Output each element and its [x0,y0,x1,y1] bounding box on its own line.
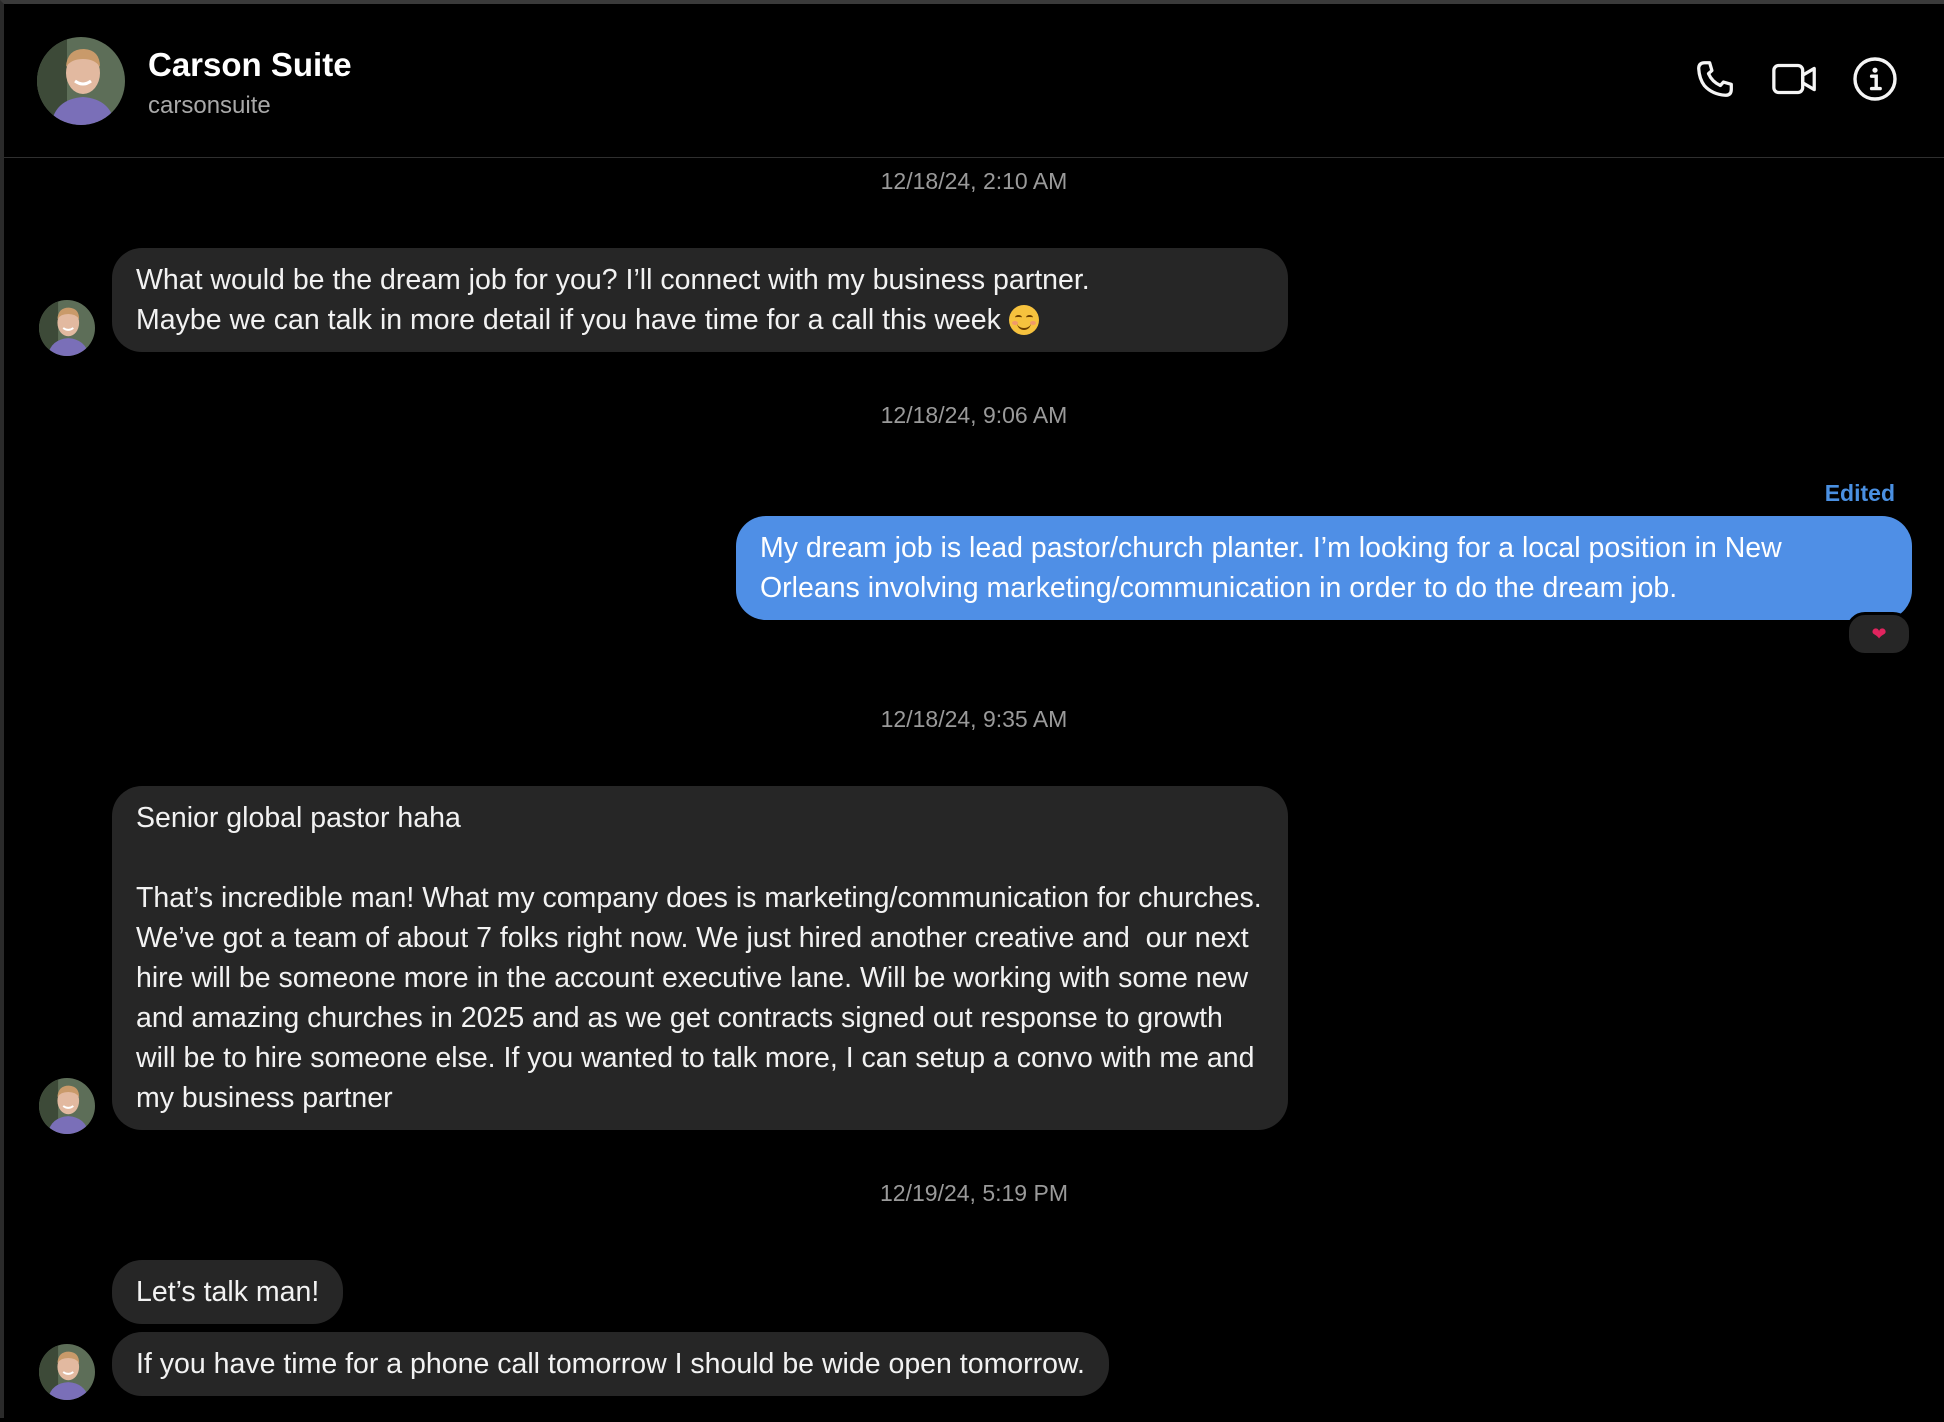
incoming-message-bubble[interactable]: Let’s talk man! [112,1260,344,1324]
message-text: My dream job is lead pastor/church plant… [760,532,1790,604]
message-text: Let’s talk man! [136,1276,320,1308]
person-avatar-icon [39,300,95,356]
avatar[interactable] [37,37,125,125]
avatar[interactable] [39,1344,95,1400]
avatar[interactable] [39,1078,95,1134]
timestamp: 12/18/24, 9:35 AM [880,706,1068,732]
avatar[interactable] [39,300,95,356]
timestamp: 12/18/24, 9:06 AM [880,402,1068,428]
header-actions [1690,54,1900,104]
edited-label[interactable]: Edited [1825,480,1895,507]
contact-name[interactable]: Carson Suite [148,46,352,84]
phone-call-button[interactable] [1690,54,1740,104]
timestamp: 12/19/24, 5:19 PM [880,1180,1068,1206]
message-text: What would be the dream job for you? I’l… [136,264,1090,336]
timestamp: 12/18/24, 2:10 AM [880,168,1068,194]
phone-icon [1697,61,1733,97]
incoming-message-bubble[interactable]: What would be the dream job for you? I’l… [112,248,1288,352]
person-avatar-icon [39,1344,95,1400]
smiling-face-emoji-icon [1008,305,1039,335]
message-thread[interactable]: 12/18/24, 2:10 AM What would be the drea… [4,158,1944,1422]
message-text: If you have time for a phone call tomorr… [136,1348,1085,1380]
outgoing-message-bubble[interactable]: My dream job is lead pastor/church plant… [736,516,1912,620]
conversation-header: Carson Suite carsonsuite [4,4,1944,158]
incoming-message-bubble[interactable]: If you have time for a phone call tomorr… [112,1332,1109,1396]
video-camera-icon [1772,63,1816,95]
conversation-info-button[interactable] [1850,54,1900,104]
video-call-button[interactable] [1770,54,1820,104]
message-text: Senior global pastor haha That’s incredi… [136,802,1262,1114]
heart-reaction-icon[interactable]: ❤ [1846,612,1912,656]
info-icon [1853,57,1897,101]
chat-window: Carson Suite carsonsuite 12/18/24, 2:10 … [0,0,1944,1418]
contact-username: carsonsuite [148,92,271,119]
incoming-message-bubble[interactable]: Senior global pastor haha That’s incredi… [112,786,1288,1130]
person-avatar-icon [39,1078,95,1134]
person-avatar-icon [37,37,125,125]
